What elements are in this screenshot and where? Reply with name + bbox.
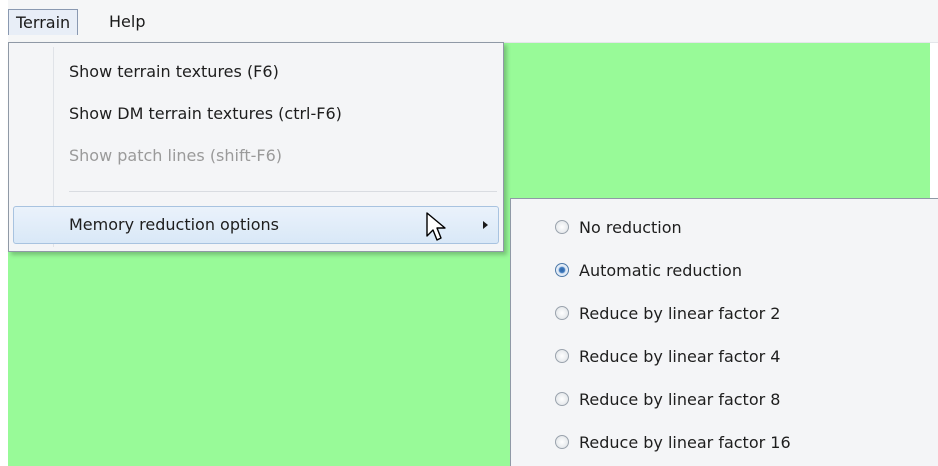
menu-bar: Terrain Help: [8, 0, 938, 43]
menu-help[interactable]: Help: [102, 9, 152, 35]
submenu-arrow-icon: [483, 221, 488, 229]
radio-button-icon[interactable]: [555, 306, 569, 320]
menu-separator: [69, 191, 497, 192]
menu-item-show-patch-lines: Show patch lines (shift-F6): [69, 146, 282, 165]
radio-option-label: Reduce by linear factor 8: [579, 390, 781, 409]
radio-button-selected-icon[interactable]: [555, 263, 569, 277]
radio-button-icon[interactable]: [555, 435, 569, 449]
mouse-pointer-icon: [426, 212, 446, 241]
menu-terrain[interactable]: Terrain: [8, 9, 79, 35]
radio-option-label: Automatic reduction: [579, 261, 742, 280]
menu-item-memory-reduction-options[interactable]: Memory reduction options: [69, 210, 279, 240]
radio-button-icon[interactable]: [555, 392, 569, 406]
radio-option-label: No reduction: [579, 218, 682, 237]
menu-item-show-terrain-textures[interactable]: Show terrain textures (F6): [69, 57, 279, 87]
radio-option-label: Reduce by linear factor 4: [579, 347, 781, 366]
radio-button-icon[interactable]: [555, 349, 569, 363]
radio-option-label: Reduce by linear factor 2: [579, 304, 781, 323]
window-left-edge: [0, 0, 8, 466]
menu-item-show-dm-terrain-textures[interactable]: Show DM terrain textures (ctrl-F6): [69, 99, 342, 129]
radio-button-icon[interactable]: [555, 220, 569, 234]
memory-reduction-submenu: No reduction Automatic reduction Reduce …: [510, 198, 938, 466]
radio-option-label: Reduce by linear factor 16: [579, 433, 791, 452]
